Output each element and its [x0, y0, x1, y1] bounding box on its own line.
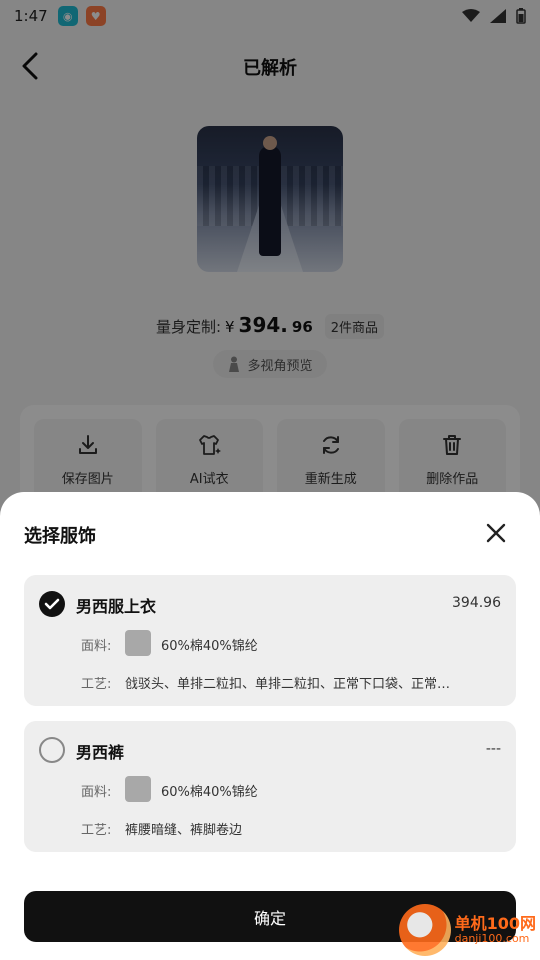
fabric-value: 60%棉40%锦纶 [161, 785, 258, 800]
fabric-value: 60%棉40%锦纶 [161, 639, 258, 654]
close-icon [486, 523, 506, 543]
item-price: 394.96 [452, 595, 501, 611]
clothing-item-trousers[interactable]: 男西裤 --- 面料: 60%棉40%锦纶 工艺: 裤腰暗缝、裤脚卷边 [24, 721, 516, 852]
craft-label: 工艺: [81, 823, 112, 838]
item-name: 男西裤 [76, 743, 125, 762]
site-watermark: 单机100网 danji100.com [398, 904, 536, 956]
fabric-swatch[interactable] [125, 630, 151, 656]
fabric-label: 面料: [81, 639, 112, 654]
select-clothing-sheet: 选择服饰 男西服上衣 394.96 面料: 60%棉40%锦纶 工艺: 戗驳头、… [0, 492, 540, 960]
craft-label: 工艺: [81, 677, 112, 692]
fabric-swatch[interactable] [125, 776, 151, 802]
unchecked-checkbox[interactable] [39, 737, 65, 763]
checked-checkbox[interactable] [39, 591, 65, 617]
clothing-item-jacket[interactable]: 男西服上衣 394.96 面料: 60%棉40%锦纶 工艺: 戗驳头、单排二粒扣… [24, 575, 516, 706]
watermark-logo-icon [398, 904, 451, 956]
craft-value: 裤腰暗缝、裤脚卷边 [125, 823, 243, 838]
close-button[interactable] [484, 521, 508, 545]
checkmark-icon [44, 598, 60, 610]
item-price: --- [485, 741, 501, 757]
item-name: 男西服上衣 [76, 597, 157, 616]
fabric-label: 面料: [81, 785, 112, 800]
craft-value: 戗驳头、单排二粒扣、单排二粒扣、正常下口袋、正常… [125, 677, 451, 692]
watermark-line1: 单机100网 [454, 914, 536, 934]
watermark-line2: danji100.com [454, 931, 530, 945]
sheet-title: 选择服饰 [24, 526, 96, 547]
